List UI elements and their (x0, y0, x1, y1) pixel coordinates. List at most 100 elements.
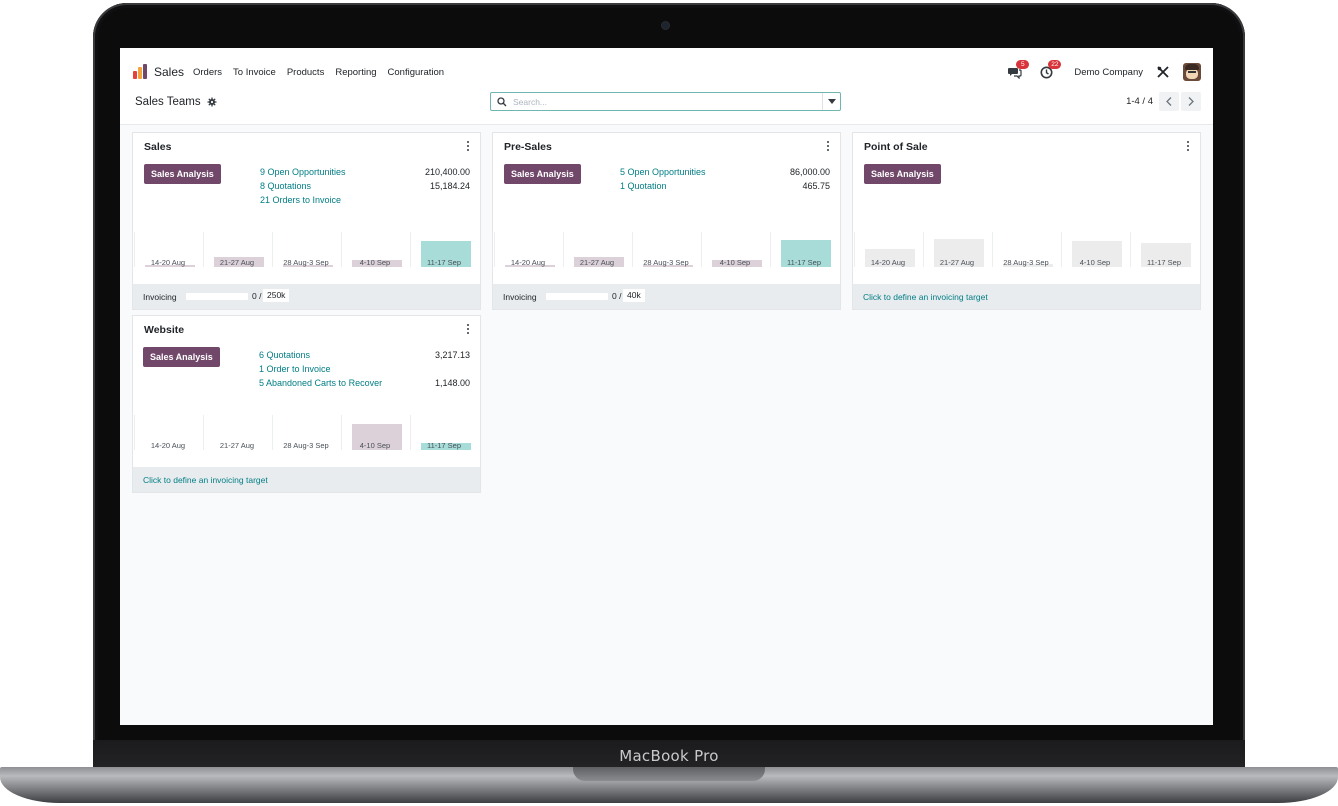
chart-tick-label: 14-20 Aug (510, 258, 546, 267)
navbar-systray: 5 22 Demo Company (994, 60, 1201, 81)
chart-tick-label: 21-27 Aug (939, 258, 975, 267)
chart-tick-label: 4-10 Sep (359, 441, 391, 450)
chart-tick-label: 28 Aug-3 Sep (1003, 258, 1049, 267)
menu-products[interactable]: Products (287, 67, 325, 78)
company-switcher[interactable]: Demo Company (1074, 67, 1143, 78)
chart-tick-label: 11-17 Sep (1146, 258, 1182, 267)
invoicing-current: 0 / (612, 291, 622, 301)
team-card-website[interactable]: Website Sales Analysis 6 Quotations 3,21… (132, 315, 481, 493)
invoicing-progress-bar (546, 293, 608, 300)
chart-tick-label: 14-20 Aug (150, 441, 186, 450)
invoicing-current: 0 / (252, 291, 262, 301)
device-label: MacBook Pro (619, 747, 719, 765)
stat-amount: 210,400.00 (424, 167, 470, 177)
team-card-pre-sales[interactable]: Pre-Sales Sales Analysis 5 Open Opportun… (492, 132, 841, 310)
card-footer: Invoicing 0 / 40k (493, 284, 840, 309)
user-avatar[interactable] (1183, 63, 1201, 81)
search-input[interactable]: Search... (513, 97, 547, 107)
stat-quotations[interactable]: 8 Quotations (260, 181, 311, 191)
stat-open-opportunities[interactable]: 9 Open Opportunities (260, 167, 346, 177)
define-invoicing-target-link[interactable]: Click to define an invoicing target (863, 292, 988, 302)
team-card-point-of-sale[interactable]: Point of Sale Sales Analysis 14-20 Aug 21… (852, 132, 1201, 310)
pager-value[interactable]: 1-4 / 4 (1126, 96, 1153, 107)
page-title: Sales Teams (135, 96, 201, 108)
stat-quotations[interactable]: 1 Quotation (620, 181, 667, 191)
chevron-left-icon (1166, 97, 1172, 106)
kebab-menu-icon[interactable] (1186, 141, 1190, 153)
laptop-notch (573, 767, 765, 781)
team-chart[interactable]: 14-20 Aug 21-27 Aug 28 Aug-3 Sep 4-10 Sep 11… (494, 217, 839, 267)
gear-icon[interactable] (207, 97, 217, 107)
sales-analysis-button[interactable]: Sales Analysis (864, 164, 941, 184)
menu-orders[interactable]: Orders (193, 67, 222, 78)
activities-button[interactable]: 22 (1040, 60, 1062, 80)
stat-open-opportunities[interactable]: 5 Open Opportunities (620, 167, 706, 177)
chart-tick-label: 21-27 Aug (219, 258, 255, 267)
control-panel: Sales Teams Search... 1-4 / 4 (120, 86, 1213, 125)
team-chart[interactable]: 14-20 Aug 21-27 Aug 28 Aug-3 Sep 4-10 Sep 11… (854, 217, 1199, 267)
menu-reporting[interactable]: Reporting (335, 67, 376, 78)
sales-app-icon[interactable] (133, 64, 149, 79)
chart-tick-label: 28 Aug-3 Sep (283, 441, 329, 450)
stat-amount: 465.75 (802, 181, 830, 191)
screen: Sales Orders To Invoice Products Reporti… (120, 48, 1213, 725)
chart-tick-label: 21-27 Aug (579, 258, 615, 267)
stat-orders-to-invoice[interactable]: 1 Order to Invoice (259, 364, 331, 374)
chart-tick-label: 11-17 Sep (786, 258, 822, 267)
pager-previous-button[interactable] (1159, 92, 1179, 111)
messages-badge: 5 (1016, 60, 1030, 69)
stat-amount: 15,184.24 (429, 181, 470, 191)
chart-tick-label: 4-10 Sep (1079, 258, 1111, 267)
invoicing-label: Invoicing (143, 292, 177, 302)
define-invoicing-target-link[interactable]: Click to define an invoicing target (143, 475, 268, 485)
chevron-right-icon (1188, 97, 1194, 106)
caret-down-icon (828, 99, 836, 104)
sales-analysis-button[interactable]: Sales Analysis (144, 164, 221, 184)
main-menu: Orders To Invoice Products Reporting Con… (193, 67, 455, 78)
tools-icon (1157, 66, 1169, 78)
team-chart[interactable]: 14-20 Aug 21-27 Aug 28 Aug-3 Sep 4-10 Sep 11… (134, 217, 479, 267)
search-icon (497, 97, 507, 107)
breadcrumb: Sales Teams (135, 96, 217, 108)
team-name: Website (144, 324, 185, 336)
team-chart[interactable]: 14-20 Aug 21-27 Aug 28 Aug-3 Sep 4-10 Sep 11… (134, 400, 479, 450)
team-card-sales[interactable]: Sales Sales Analysis 9 Open Opportunitie… (132, 132, 481, 310)
invoicing-target[interactable]: 250k (263, 289, 290, 302)
activities-badge: 22 (1048, 60, 1062, 69)
kebab-menu-icon[interactable] (466, 141, 470, 153)
chart-tick-label: 4-10 Sep (359, 258, 391, 267)
kebab-menu-icon[interactable] (826, 141, 830, 153)
camera (662, 22, 669, 29)
stat-orders-to-invoice[interactable]: 21 Orders to Invoice (260, 195, 341, 205)
card-footer: Click to define an invoicing target (853, 284, 1200, 309)
chart-tick-label: 14-20 Aug (870, 258, 906, 267)
search-box[interactable]: Search... (490, 92, 841, 111)
stat-amount: 3,217.13 (434, 350, 470, 360)
chart-tick-label: 11-17 Sep (426, 258, 462, 267)
menu-configuration[interactable]: Configuration (388, 67, 445, 78)
kebab-menu-icon[interactable] (466, 324, 470, 336)
team-name: Sales (144, 141, 172, 153)
stat-abandoned-carts[interactable]: 5 Abandoned Carts to Recover (259, 378, 382, 388)
chart-tick-label: 21-27 Aug (219, 441, 255, 450)
sales-analysis-button[interactable]: Sales Analysis (504, 164, 581, 184)
chart-tick-label: 28 Aug-3 Sep (283, 258, 329, 267)
card-footer: Click to define an invoicing target (133, 467, 480, 492)
card-footer: Invoicing 0 / 250k (133, 284, 480, 309)
invoicing-progress-bar (186, 293, 248, 300)
debug-tools-button[interactable] (1155, 64, 1173, 80)
chart-tick-label: 28 Aug-3 Sep (643, 258, 689, 267)
chart-tick-label: 11-17 Sep (426, 441, 462, 450)
stat-quotations[interactable]: 6 Quotations (259, 350, 310, 360)
invoicing-label: Invoicing (503, 292, 537, 302)
search-options-toggle[interactable] (822, 93, 840, 110)
invoicing-target[interactable]: 40k (623, 289, 645, 302)
chart-tick-label: 14-20 Aug (150, 258, 186, 267)
stat-amount: 86,000.00 (789, 167, 830, 177)
menu-to-invoice[interactable]: To Invoice (233, 67, 276, 78)
messages-button[interactable]: 5 (1008, 60, 1030, 80)
app-name[interactable]: Sales (154, 65, 184, 79)
chart-tick-label: 4-10 Sep (719, 258, 751, 267)
pager-next-button[interactable] (1181, 92, 1201, 111)
sales-analysis-button[interactable]: Sales Analysis (143, 347, 220, 367)
